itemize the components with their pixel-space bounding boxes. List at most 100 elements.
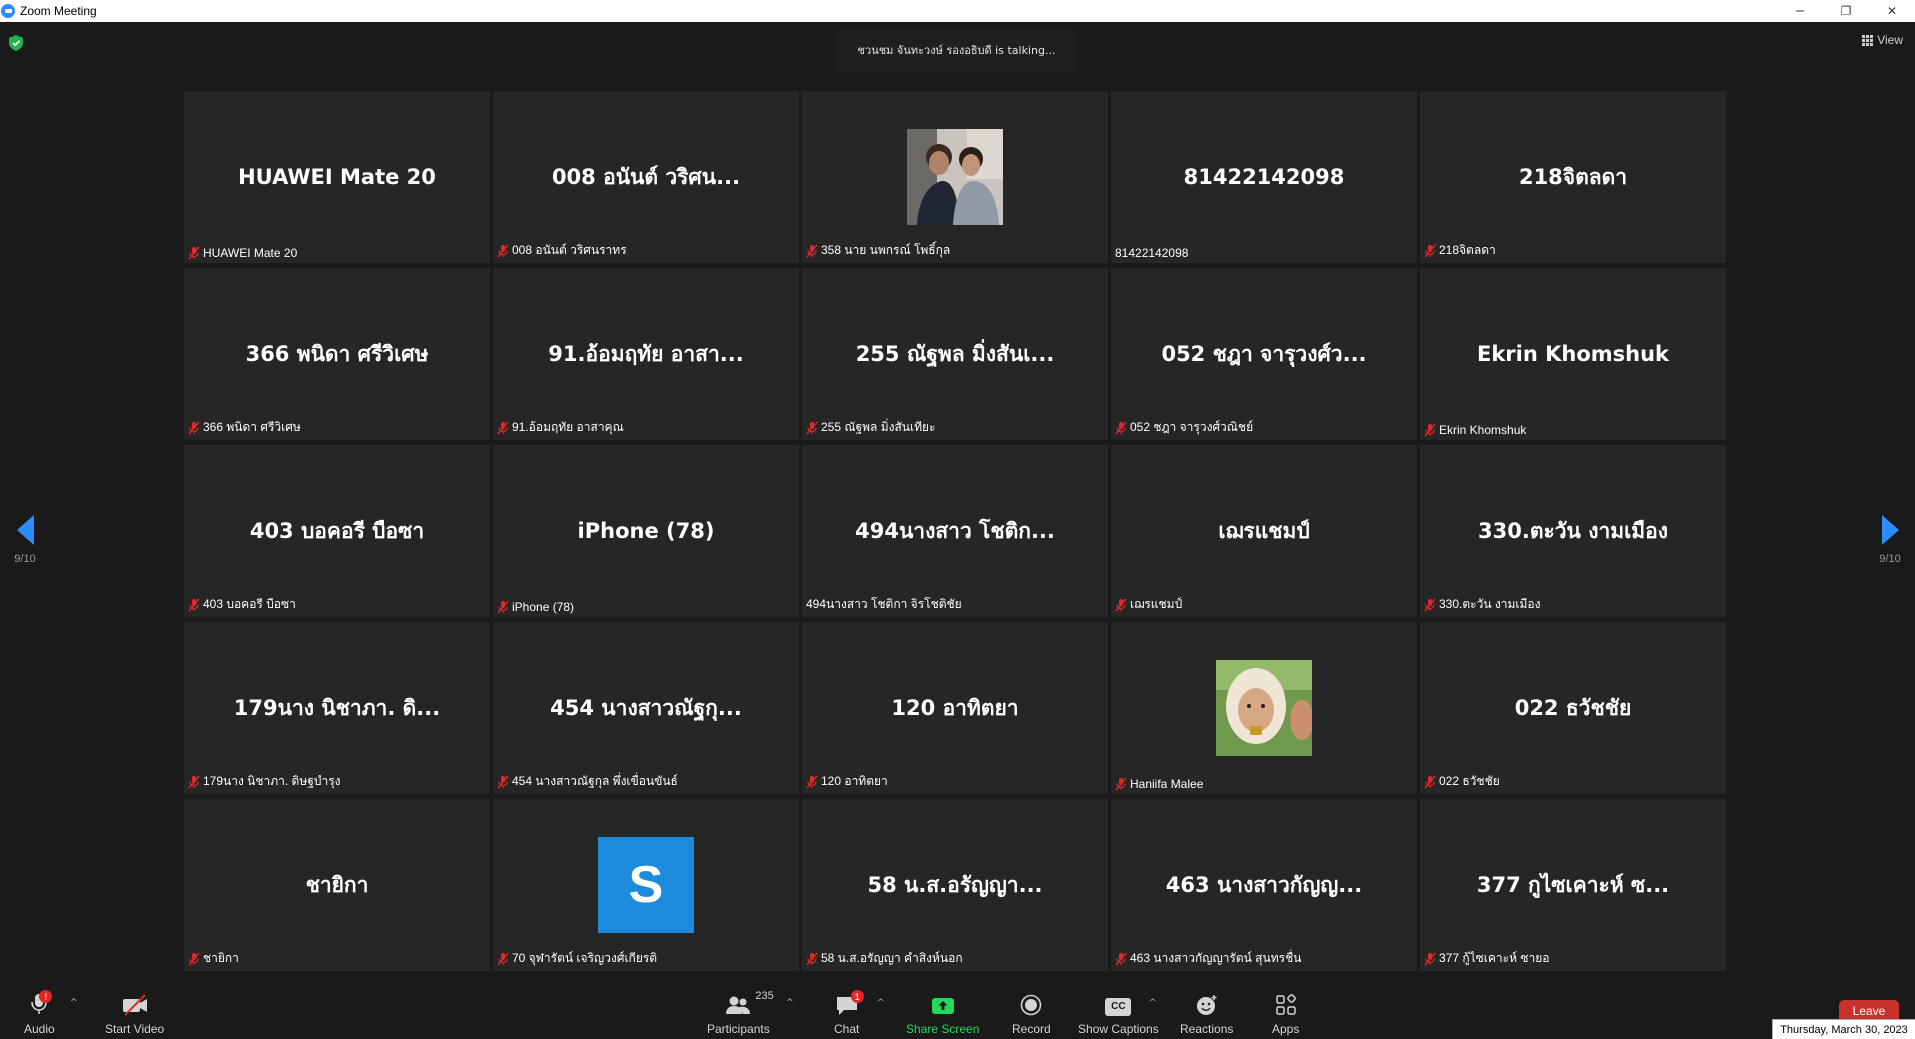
minimize-button[interactable]: ─ (1777, 0, 1823, 22)
participant-tile[interactable]: 454 นางสาวณัฐกุ... 454 นางสาวณัฐกุล พึ่งเ… (493, 622, 799, 794)
participant-name: 494นางสาว โชติกา จิรโชติชัย (806, 597, 962, 611)
participant-tile[interactable]: 179นาง นิชาภา. ดิ... 179นาง นิชาภา. ดิษฐบ… (184, 622, 490, 794)
muted-microphone-icon (806, 421, 818, 434)
participant-tile[interactable]: 008 อนันต์ วริศน... 008 อนันต์ วริศนราทร (493, 91, 799, 263)
participant-tile[interactable]: 358 นาย นพกรณ์ โพธิ์กุล (802, 91, 1108, 263)
audio-button[interactable]: ! Audio (24, 990, 55, 1036)
participant-display-name: 494นางสาว โชติก... (855, 518, 1055, 543)
participant-name: 58 น.ส.อรัญญา คำสิงห์นอก (821, 951, 963, 965)
participant-name: 366 พนิดา ศรีวิเศษ (203, 420, 301, 434)
participants-button[interactable]: 235 Participants (707, 990, 774, 1036)
restore-button[interactable]: ❐ (1823, 0, 1869, 22)
window-controls: ─ ❐ ✕ (1777, 0, 1915, 22)
participant-tile[interactable]: iPhone (78) iPhone (78) (493, 445, 799, 617)
participant-tile[interactable]: 052 ชฎา จารุวงศ์ว... 052 ชฎา จารุวงศ์วณิช… (1111, 268, 1417, 440)
participant-name: 81422142098 (1115, 246, 1189, 260)
muted-microphone-icon (1424, 598, 1436, 611)
participant-tile[interactable]: 022 ธวัชชัย 022 ธวัชชัย (1420, 622, 1726, 794)
participant-video (802, 91, 1108, 263)
audio-label: Audio (24, 1022, 55, 1036)
participant-tile[interactable]: 403 บอคอรี บือซา 403 บอคอรี บือซา (184, 445, 490, 617)
muted-microphone-icon (1424, 952, 1436, 965)
participant-name-label: Ekrin Khomshuk (1424, 423, 1526, 437)
muted-microphone-icon (188, 421, 200, 434)
previous-page-control[interactable]: 9/10 (0, 515, 50, 565)
muted-microphone-icon (1115, 952, 1127, 965)
participant-name: iPhone (78) (512, 600, 575, 614)
start-video-label: Start Video (105, 1022, 165, 1036)
participant-tile[interactable]: 366 พนิดา ศรีวิเศษ 366 พนิดา ศรีวิเศษ (184, 268, 490, 440)
participants-options-caret-icon[interactable]: ^ (786, 998, 794, 1008)
participant-name: 022 ธวัชชัย (1439, 774, 1500, 788)
muted-microphone-icon (188, 598, 200, 611)
encryption-shield-icon[interactable] (9, 35, 23, 51)
muted-microphone-icon (497, 244, 509, 257)
share-screen-button[interactable]: Share Screen (906, 990, 979, 1036)
participant-tile[interactable]: Ekrin Khomshuk Ekrin Khomshuk (1420, 268, 1726, 440)
start-video-button[interactable]: Start Video (105, 990, 164, 1036)
next-page-control[interactable]: 9/10 (1865, 515, 1915, 565)
participant-display-name: 330.ตะวัน งามเมือง (1478, 518, 1668, 543)
muted-microphone-icon (1424, 775, 1436, 788)
participant-name: 330.ตะวัน งามเมือง (1439, 597, 1541, 611)
next-page-arrow-icon[interactable] (1881, 515, 1899, 545)
previous-page-arrow-icon[interactable] (16, 515, 34, 545)
audio-warning-badge: ! (39, 990, 53, 1003)
participant-tile[interactable]: 58 น.ส.อรัญญา... 58 น.ส.อรัญญา คำสิงห์นอก (802, 799, 1108, 971)
share-screen-label: Share Screen (906, 1022, 980, 1036)
participant-name-label: 008 อนันต์ วริศนราทร (497, 241, 627, 260)
muted-microphone-icon (188, 246, 200, 260)
participant-name-label: 120 อาทิตยา (806, 772, 888, 791)
meeting-toolbar: ! Audio ^ Start Video 235 Participants ^… (0, 978, 1915, 1039)
reactions-button[interactable]: Reactions (1180, 990, 1233, 1036)
participant-tile[interactable]: 120 อาทิตยา 120 อาทิตยา (802, 622, 1108, 794)
close-button[interactable]: ✕ (1869, 0, 1915, 22)
muted-microphone-icon (806, 952, 818, 965)
participant-display-name: 91.อ้อมฤทัย อาสา... (548, 341, 744, 366)
participant-display-name: 218จิตลดา (1518, 164, 1628, 189)
record-button[interactable]: Record (1012, 990, 1051, 1036)
audio-options-caret-icon[interactable]: ^ (70, 998, 78, 1008)
participant-tile[interactable]: S 70 จุฬารัตน์ เจริญวงศ์เกียรติ (493, 799, 799, 971)
muted-microphone-icon (806, 775, 818, 788)
active-speaker-banner: ชวนชม จันทะวงษ์ รองอธิบดี is talking... (836, 29, 1077, 71)
participant-name-label: 58 น.ส.อรัญญา คำสิงห์นอก (806, 949, 963, 968)
participant-display-name: 454 นางสาวณัฐกุ... (550, 695, 742, 720)
participant-tile[interactable]: 494นางสาว โชติก... 494นางสาว โชติกา จิรโช… (802, 445, 1108, 617)
participant-tile[interactable]: 377 กูไซเคาะห์ ซ... 377 กู้ไซเคาะห์ ซายอ (1420, 799, 1726, 971)
participant-tile[interactable]: Haniifa Malee (1111, 622, 1417, 794)
show-captions-button[interactable]: CC Show Captions (1078, 990, 1159, 1036)
apps-label: Apps (1272, 1022, 1300, 1036)
view-button[interactable]: View (1862, 33, 1903, 47)
chat-button[interactable]: 1 Chat (834, 990, 864, 1036)
participant-tile[interactable]: HUAWEI Mate 20 HUAWEI Mate 20 (184, 91, 490, 263)
participant-name: 91.อ้อมฤทัย อาสาคุณ (512, 420, 624, 434)
participant-name-label: 330.ตะวัน งามเมือง (1424, 595, 1540, 614)
share-screen-icon (931, 998, 954, 1014)
apps-button[interactable]: Apps (1272, 990, 1299, 1036)
participant-name: 454 นางสาวณัฐกุล พึ่งเขื่อนขันธ์ (512, 774, 678, 788)
participant-name-label: 366 พนิดา ศรีวิเศษ (188, 418, 301, 437)
captions-options-caret-icon[interactable]: ^ (1149, 998, 1157, 1008)
reactions-smiley-icon (1196, 995, 1217, 1015)
chat-options-caret-icon[interactable]: ^ (877, 998, 885, 1008)
participant-name: ชายิกา (203, 951, 239, 965)
participant-video (1111, 622, 1417, 794)
taskbar-date: Thursday, March 30, 2023 (1772, 1019, 1915, 1039)
participant-tile[interactable]: 81422142098 81422142098 (1111, 91, 1417, 263)
muted-microphone-icon (1115, 421, 1127, 434)
avatar: S (598, 837, 694, 933)
participant-tile[interactable]: 463 นางสาวกัญญ... 463 นางสาวกัญญารัตน์ สุ… (1111, 799, 1417, 971)
participant-display-name: 366 พนิดา ศรีวิเศษ (245, 341, 429, 366)
participant-name-label: HUAWEI Mate 20 (188, 246, 297, 260)
participant-tile[interactable]: ชายิกา ชายิกา (184, 799, 490, 971)
participant-tile[interactable]: 255 ณัฐพล มิ่งสันเ... 255 ณัฐพล มิ่งสันเท… (802, 268, 1108, 440)
participant-display-name: 052 ชฎา จารุวงศ์ว... (1161, 341, 1367, 366)
zoom-logo-icon (1, 4, 15, 18)
participant-avatar: S (493, 799, 799, 971)
participant-tile[interactable]: เฌรแชมป์ เฌรแชมป์ (1111, 445, 1417, 617)
participant-tile[interactable]: 218จิตลดา 218จิตลดา (1420, 91, 1726, 263)
participant-tile[interactable]: 330.ตะวัน งามเมือง 330.ตะวัน งามเมือง (1420, 445, 1726, 617)
participant-tile[interactable]: 91.อ้อมฤทัย อาสา... 91.อ้อมฤทัย อาสาคุณ (493, 268, 799, 440)
muted-microphone-icon (497, 775, 509, 788)
